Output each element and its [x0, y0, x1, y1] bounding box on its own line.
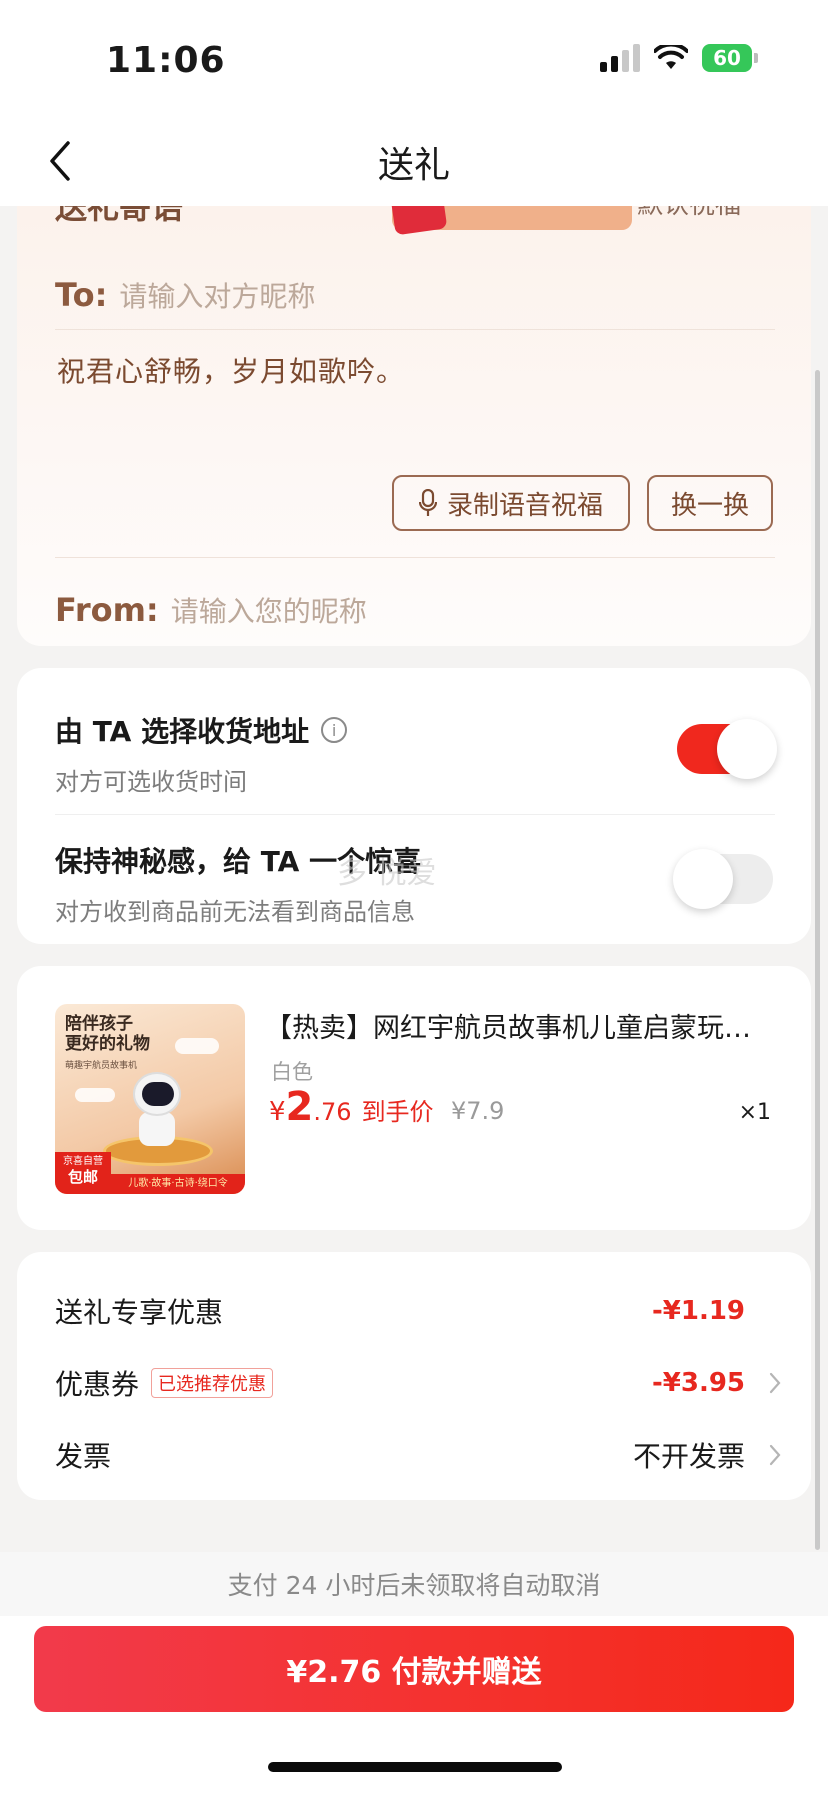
mystery-toggle[interactable] [673, 849, 773, 909]
product-title[interactable]: 【热卖】网红宇航员故事机儿童启蒙玩具… [265, 1006, 775, 1045]
divider [55, 814, 775, 815]
gift-options-card: 由 TA 选择收货地址 i 对方可选收货时间 保持神秘感，给 TA 一个惊喜 对… [17, 668, 811, 944]
from-nickname-input[interactable]: 请输入您的昵称 [171, 590, 367, 630]
status-time: 11:06 [106, 40, 226, 81]
product-image[interactable]: 陪伴孩子 更好的礼物 萌趣宇航员故事机 京喜自营 包邮 儿歌·故事·古诗·绕口令 [55, 1004, 245, 1194]
original-price: ¥7.9 [451, 1097, 505, 1125]
bottom-bar: 支付 24 小时后未领取将自动取消 ¥2.76 付款并赠送 [0, 1552, 828, 1796]
coupon-label: 优惠券 [55, 1368, 140, 1401]
invoice-row[interactable]: 发票 不开发票 [55, 1430, 785, 1480]
home-indicator[interactable] [268, 1762, 562, 1772]
wifi-icon [654, 45, 688, 69]
to-field[interactable]: To: 请输入对方昵称 [55, 260, 775, 330]
page-title: 送礼 [377, 145, 450, 186]
price-tag: 到手价 [361, 1098, 434, 1126]
gift-discount-row: 送礼专享优惠 -¥1.19 [55, 1286, 785, 1336]
gift-discount-label: 送礼专享优惠 [55, 1296, 224, 1329]
record-voice-label: 录制语音祝福 [446, 490, 603, 521]
coupon-value: -¥3.95 [651, 1368, 745, 1398]
thumb-subtitle: 萌趣宇航员故事机 [65, 1061, 138, 1071]
astronaut-visor [142, 1082, 174, 1106]
nav-bar: 送礼 [0, 120, 828, 206]
to-label: To: [55, 275, 108, 314]
swap-message-button[interactable]: 换一换 [647, 475, 773, 531]
status-bar: 11:06 60 [0, 0, 828, 120]
mystery-option-subtitle: 对方收到商品前无法看到商品信息 [55, 898, 415, 926]
coupon-badge: 已选推荐优惠 [151, 1368, 274, 1398]
microphone-icon [418, 489, 437, 516]
coupon-row[interactable]: 优惠券 已选推荐优惠 -¥3.95 [55, 1358, 785, 1408]
record-voice-button[interactable]: 录制语音祝福 [392, 475, 630, 531]
chevron-right-icon [765, 1442, 785, 1468]
self-operated-badge: 京喜自营 包邮 [55, 1152, 111, 1194]
thumb-footer: 儿歌·故事·古诗·绕口令 [111, 1174, 245, 1194]
address-option-row: 由 TA 选择收货地址 i 对方可选收货时间 [55, 710, 785, 797]
divider [55, 557, 775, 558]
invoice-label: 发票 [55, 1440, 112, 1473]
status-icons: 60 [600, 44, 758, 72]
watermark: 多 悦爱 [337, 856, 437, 891]
from-label: From: [55, 591, 159, 629]
battery-icon: 60 [702, 44, 758, 72]
info-icon[interactable]: i [321, 717, 348, 743]
invoice-value: 不开发票 [632, 1440, 745, 1473]
astronaut-body [139, 1112, 175, 1146]
order-summary-card: 送礼专享优惠 -¥1.19 优惠券 已选推荐优惠 -¥3.95 发票 不开发票 [17, 1252, 811, 1500]
from-field[interactable]: From: 请输入您的昵称 [55, 580, 367, 640]
address-option-title: 由 TA 选择收货地址 [55, 715, 310, 748]
product-quantity: ×1 [738, 1100, 771, 1125]
address-option-subtitle: 对方可选收货时间 [55, 768, 247, 796]
product-spec: 白色 [271, 1060, 313, 1084]
gift-message-card: 送礼寄语 默认祝福 To: 请输入对方昵称 祝君心舒畅，岁月如歌吟。 录制语音祝… [17, 150, 811, 646]
address-toggle[interactable] [677, 719, 777, 779]
product-price: ¥ 2 .76 到手价 [269, 1084, 434, 1130]
scrollbar[interactable] [815, 370, 820, 1550]
chevron-right-icon [765, 1370, 785, 1396]
pay-and-gift-button[interactable]: ¥2.76 付款并赠送 [34, 1626, 794, 1712]
thumb-headline: 陪伴孩子 更好的礼物 [65, 1014, 150, 1055]
battery-level: 60 [702, 44, 752, 72]
auto-cancel-notice: 支付 24 小时后未领取将自动取消 [0, 1552, 828, 1616]
to-nickname-input[interactable]: 请输入对方昵称 [119, 275, 315, 315]
message-text[interactable]: 祝君心舒畅，岁月如歌吟。 [57, 350, 405, 390]
product-card[interactable]: 陪伴孩子 更好的礼物 萌趣宇航员故事机 京喜自营 包邮 儿歌·故事·古诗·绕口令 【… [17, 966, 811, 1230]
gift-discount-value: -¥1.19 [651, 1296, 745, 1326]
cellular-signal-icon [600, 44, 640, 72]
